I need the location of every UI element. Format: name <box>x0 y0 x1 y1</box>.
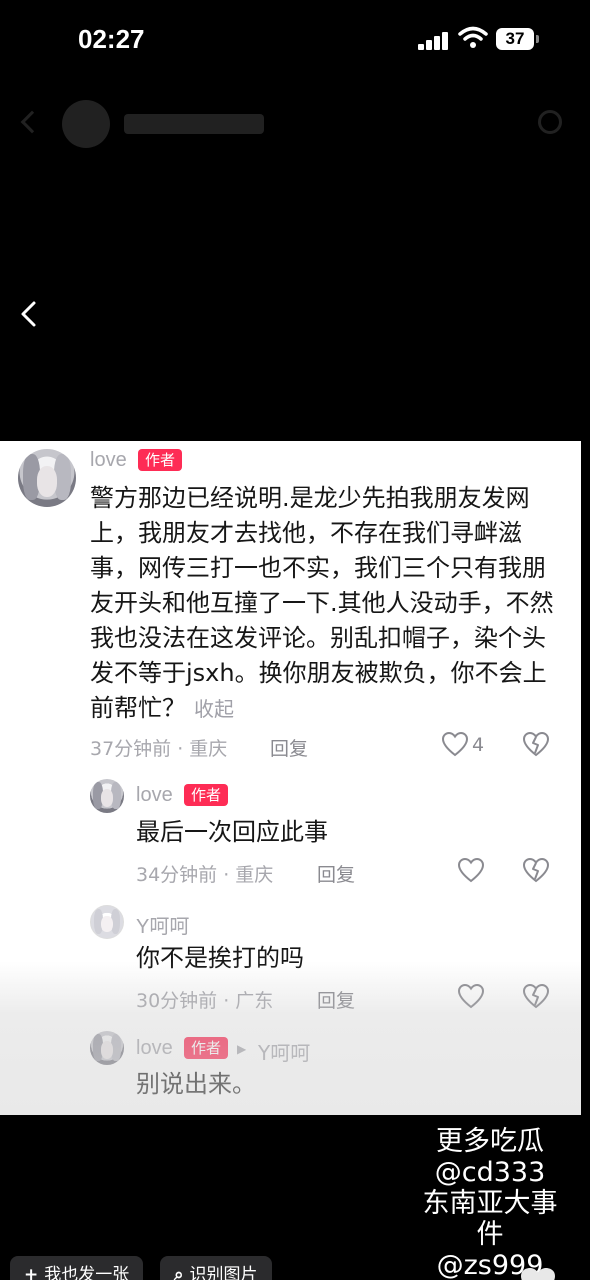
comment-meta: 37分钟前 · 重庆 <box>90 738 228 760</box>
author-badge: 作者 <box>138 449 183 471</box>
like-count: 4 <box>472 734 485 756</box>
like-heart-icon[interactable] <box>457 857 485 883</box>
watermark-text: 更多吃瓜 @cd333 东南亚大事件 @zs999 <box>422 1126 558 1280</box>
status-time: 02:27 <box>78 24 145 54</box>
comment-username[interactable]: Y呵呵 <box>136 910 189 939</box>
like-heart-icon[interactable] <box>441 731 469 757</box>
avatar[interactable] <box>90 779 124 813</box>
reply-button[interactable]: 回复 <box>317 860 355 887</box>
comment-screenshot-card: love 作者 警方那边已经说明.是龙少先拍我朋友发网上，我朋友才去找他，不存在… <box>0 441 581 1115</box>
dislike-broken-heart-icon[interactable] <box>522 731 550 757</box>
reply-button[interactable]: 回复 <box>317 986 355 1013</box>
plus-icon: + <box>24 1265 39 1280</box>
comment-username[interactable]: love <box>136 1037 173 1060</box>
reply-to-username[interactable]: Y呵呵 <box>258 1037 310 1066</box>
avatar[interactable] <box>18 449 76 507</box>
wifi-icon <box>458 26 488 48</box>
dislike-broken-heart-icon[interactable] <box>522 983 550 1009</box>
collapse-link[interactable]: 收起 <box>194 697 234 721</box>
cellular-signal-icon <box>418 30 452 50</box>
avatar[interactable] <box>90 905 124 939</box>
comment-meta: 34分钟前 · 重庆 <box>136 864 274 886</box>
author-badge: 作者 <box>184 1037 229 1059</box>
comment-username[interactable]: love <box>136 784 173 807</box>
status-bar: 02:27 37 <box>0 0 590 80</box>
reply-button[interactable]: 回复 <box>270 734 308 761</box>
comment-text: 别说出来。 <box>136 1070 256 1098</box>
post-same-button[interactable]: + 我也发一张 <box>10 1256 144 1280</box>
dimmed-header <box>0 92 590 162</box>
avatar[interactable] <box>90 1031 124 1065</box>
comment-text: 警方那边已经说明.是龙少先拍我朋友发网上，我朋友才去找他，不存在我们寻衅滋事，网… <box>90 484 554 722</box>
comment-text: 你不是挨打的吗 <box>136 944 304 972</box>
dislike-broken-heart-icon[interactable] <box>522 857 550 883</box>
reply-arrow-icon: ▶ <box>237 1042 247 1056</box>
back-chevron-icon[interactable] <box>16 300 44 328</box>
like-heart-icon[interactable] <box>457 983 485 1009</box>
like-heart-icon[interactable] <box>518 1266 558 1280</box>
comment-meta: 30分钟前 · 广东 <box>136 990 274 1012</box>
author-badge: 作者 <box>184 784 229 806</box>
comment-text: 最后一次回应此事 <box>136 818 328 846</box>
battery-icon: 37 <box>496 28 534 50</box>
recognize-image-button[interactable]: ⌕ 识别图片 <box>160 1256 272 1280</box>
scan-icon: ⌕ <box>174 1265 184 1280</box>
comment-username[interactable]: love <box>90 449 127 472</box>
